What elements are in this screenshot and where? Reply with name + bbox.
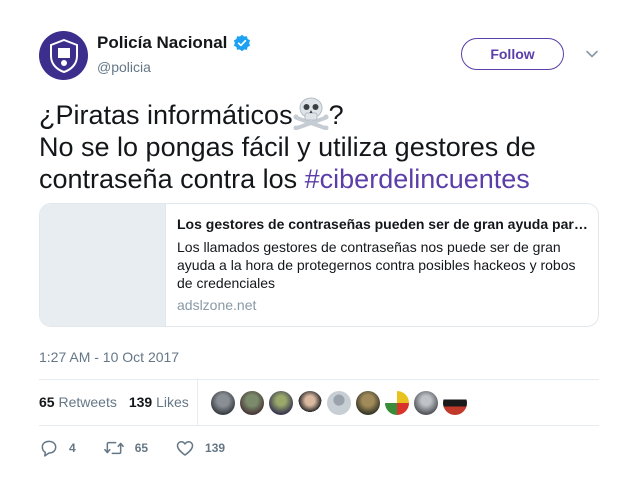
author-name[interactable]: Policía Nacional: [97, 33, 227, 53]
reply-icon: [41, 440, 57, 457]
heart-icon: [176, 441, 194, 456]
card-thumbnail[interactable]: [40, 204, 166, 326]
retweet-icon: [103, 441, 124, 455]
liker-avatar[interactable]: [298, 391, 322, 415]
tweet-stats: 65 Retweets 139 Likes: [39, 394, 189, 410]
tweet-timestamp[interactable]: 1:27 AM - 10 Oct 2017: [39, 349, 179, 365]
link-card[interactable]: Los gestores de contraseñas pueden ser d…: [39, 203, 599, 327]
tweet-line-1-suffix: ?: [328, 100, 344, 130]
liker-avatar[interactable]: [356, 391, 380, 415]
author-handle[interactable]: @policia: [97, 59, 151, 75]
retweet-count: 65: [134, 441, 149, 455]
tweet-line-3-text: contraseña contra los: [39, 164, 305, 194]
retweet-action[interactable]: 65: [103, 438, 148, 458]
card-domain: adslzone.net: [177, 297, 257, 313]
follow-button[interactable]: Follow: [461, 38, 564, 70]
author-avatar[interactable]: [39, 31, 88, 80]
like-count: 139: [205, 441, 226, 455]
liker-avatar[interactable]: [443, 391, 467, 415]
chevron-down-icon[interactable]: [585, 47, 599, 61]
reply-count: 4: [69, 441, 76, 455]
tweet-line-2: No se lo pongas fácil y utiliza gestores…: [39, 132, 536, 162]
tweet-line-3: contraseña contra los #ciberdelincuentes: [39, 163, 599, 195]
likes-stat[interactable]: 139 Likes: [129, 394, 189, 410]
likes-stat-label: Likes: [156, 394, 189, 410]
card-body: Los gestores de contraseñas pueden ser d…: [166, 204, 598, 326]
tweet-line-1-text: ¿Piratas informáticos: [39, 100, 293, 130]
skull-crossbones-icon: [293, 97, 329, 130]
retweets-stat-count: 65: [39, 394, 55, 410]
stats-separator: [197, 378, 198, 426]
liker-avatar[interactable]: [240, 391, 264, 415]
retweets-stat[interactable]: 65 Retweets: [39, 394, 117, 410]
police-crest-icon: [49, 38, 78, 73]
liker-avatars: [211, 391, 467, 415]
liker-avatar[interactable]: [269, 391, 293, 415]
card-description: Los llamados gestores de contraseñas nos…: [177, 239, 576, 291]
liker-avatar[interactable]: [385, 391, 409, 415]
liker-avatar[interactable]: [414, 391, 438, 415]
author-name-row[interactable]: Policía Nacional: [97, 33, 251, 53]
retweets-stat-label: Retweets: [58, 394, 117, 410]
like-action[interactable]: 139: [175, 438, 225, 458]
reply-action[interactable]: 4: [39, 438, 76, 458]
tweet-line-1: ¿Piratas informáticos ?: [39, 96, 599, 131]
tweet-text: ¿Piratas informáticos ? No se lo pongas …: [39, 96, 599, 195]
liker-avatar[interactable]: [327, 391, 351, 415]
liker-avatar[interactable]: [211, 391, 235, 415]
hashtag-link[interactable]: #ciberdelincuentes: [305, 164, 530, 194]
stats-divider-bottom: [39, 425, 599, 426]
likes-stat-count: 139: [128, 394, 153, 410]
card-title[interactable]: Los gestores de contraseñas pueden ser d…: [177, 216, 590, 232]
verified-badge-icon: [234, 34, 251, 52]
tweet-actions: 4 65 139: [39, 438, 252, 458]
stats-divider-top: [39, 379, 599, 380]
